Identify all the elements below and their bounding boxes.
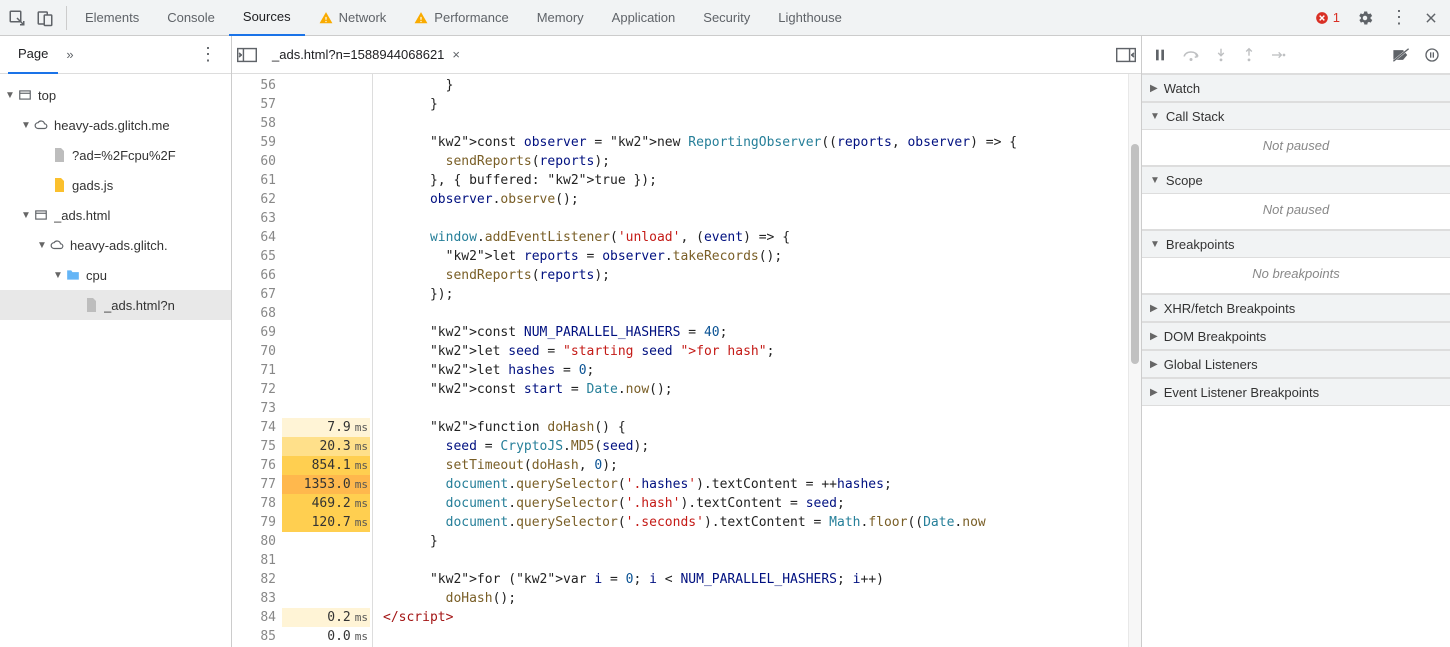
error-count[interactable]: 1 — [1315, 10, 1340, 25]
tab-elements[interactable]: Elements — [71, 0, 153, 36]
close-tab-icon[interactable]: × — [452, 37, 460, 73]
tab-network[interactable]: Network — [305, 0, 401, 36]
deactivate-breakpoints-icon[interactable] — [1392, 47, 1410, 63]
js-file-icon — [50, 178, 68, 192]
callstack-body: Not paused — [1142, 130, 1450, 166]
page-tab[interactable]: Page — [8, 36, 58, 74]
warning-icon — [319, 11, 333, 25]
debugger-pane: ▶Watch ▼Call Stack Not paused ▼Scope Not… — [1142, 36, 1450, 647]
line-timings: 7.9ms20.3ms854.1ms1353.0ms469.2ms120.7ms… — [282, 74, 372, 647]
scope-body: Not paused — [1142, 194, 1450, 230]
vertical-scrollbar[interactable] — [1128, 74, 1141, 647]
toggle-nav-icon[interactable] — [1111, 47, 1141, 63]
kebab-menu-icon[interactable]: ⋮ — [1390, 7, 1408, 28]
tab-console[interactable]: Console — [153, 0, 229, 36]
file-icon — [82, 298, 100, 312]
callstack-section-header[interactable]: ▼Call Stack — [1142, 102, 1450, 130]
tree-file-selected[interactable]: _ads.html?n — [0, 290, 231, 320]
tab-memory[interactable]: Memory — [523, 0, 598, 36]
frame-icon — [16, 88, 34, 102]
tree-frame[interactable]: ▼_ads.html — [0, 200, 231, 230]
tree-top[interactable]: ▼top — [0, 80, 231, 110]
watch-section-header[interactable]: ▶Watch — [1142, 74, 1450, 102]
device-toggle-icon[interactable] — [36, 9, 54, 27]
tab-security[interactable]: Security — [689, 0, 764, 36]
warning-icon — [414, 11, 428, 25]
event-listener-breakpoints-header[interactable]: ▶Event Listener Breakpoints — [1142, 378, 1450, 406]
step-into-icon[interactable] — [1214, 47, 1228, 63]
close-devtools-icon[interactable] — [1424, 11, 1438, 25]
step-over-icon[interactable] — [1182, 47, 1200, 63]
pause-icon[interactable] — [1152, 47, 1168, 63]
folder-icon — [64, 269, 82, 281]
step-out-icon[interactable] — [1242, 47, 1256, 63]
tree-domain[interactable]: ▼heavy-ads.glitch. — [0, 230, 231, 260]
file-tree: ▼top ▼heavy-ads.glitch.me ?ad=%2Fcpu%2F … — [0, 74, 231, 647]
global-listeners-header[interactable]: ▶Global Listeners — [1142, 350, 1450, 378]
devtools-tabbar: Elements Console Sources Network Perform… — [0, 0, 1450, 36]
scrollbar-thumb[interactable] — [1131, 144, 1139, 364]
source-editor-pane: _ads.html?n=1588944068621× 5657585960616… — [232, 36, 1142, 647]
tab-application[interactable]: Application — [598, 0, 690, 36]
step-icon[interactable] — [1270, 47, 1286, 63]
breakpoints-body: No breakpoints — [1142, 258, 1450, 294]
tree-domain[interactable]: ▼heavy-ads.glitch.me — [0, 110, 231, 140]
code-content[interactable]: } } "kw2">const observer = "kw2">new Rep… — [373, 74, 1141, 647]
settings-icon[interactable] — [1356, 9, 1374, 27]
nav-history-icon[interactable] — [232, 47, 262, 63]
file-icon — [50, 148, 68, 162]
breakpoints-section-header[interactable]: ▼Breakpoints — [1142, 230, 1450, 258]
sidebar-kebab-icon[interactable]: ⋮ — [193, 44, 223, 65]
scope-section-header[interactable]: ▼Scope — [1142, 166, 1450, 194]
tree-file[interactable]: gads.js — [0, 170, 231, 200]
tab-performance[interactable]: Performance — [400, 0, 522, 36]
source-file-tab[interactable]: _ads.html?n=1588944068621× — [262, 37, 470, 73]
dom-breakpoints-header[interactable]: ▶DOM Breakpoints — [1142, 322, 1450, 350]
tab-lighthouse[interactable]: Lighthouse — [764, 0, 856, 36]
frame-icon — [32, 208, 50, 222]
xhr-breakpoints-header[interactable]: ▶XHR/fetch Breakpoints — [1142, 294, 1450, 322]
inspect-icon[interactable] — [8, 9, 26, 27]
pause-on-exceptions-icon[interactable] — [1424, 47, 1440, 63]
navigator-sidebar: Page » ⋮ ▼top ▼heavy-ads.glitch.me ?ad=%… — [0, 36, 232, 647]
cloud-icon — [32, 119, 50, 131]
line-numbers: 5657585960616263646566676869707172737475… — [232, 74, 282, 647]
code-editor[interactable]: 5657585960616263646566676869707172737475… — [232, 74, 1141, 647]
more-tabs-chevron[interactable]: » — [58, 47, 81, 62]
cloud-icon — [48, 239, 66, 251]
tree-file[interactable]: ?ad=%2Fcpu%2F — [0, 140, 231, 170]
tree-folder[interactable]: ▼cpu — [0, 260, 231, 290]
tab-sources[interactable]: Sources — [229, 0, 305, 36]
